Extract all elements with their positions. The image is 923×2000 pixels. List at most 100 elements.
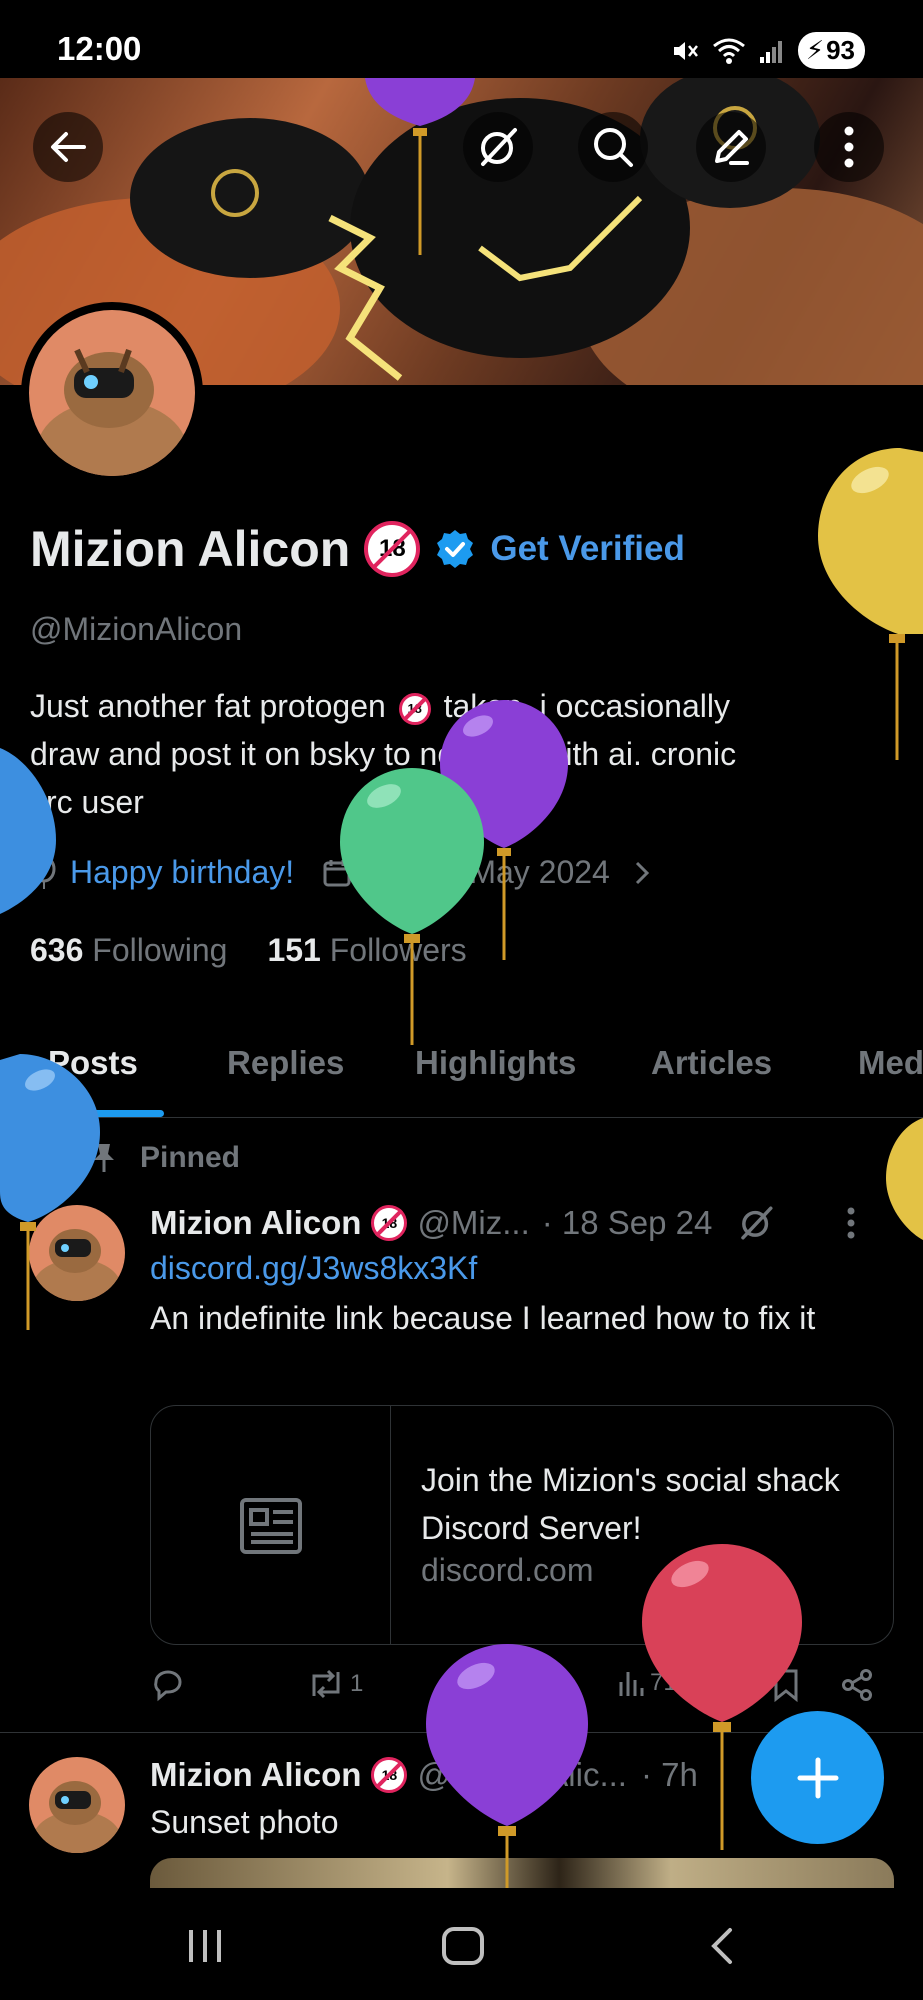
recent-apps-icon	[189, 1930, 221, 1962]
home-button[interactable]	[433, 1924, 493, 1968]
age-restriction-badge: 18	[371, 1757, 408, 1793]
like-button[interactable]: 1	[460, 1668, 511, 1700]
article-icon	[239, 1498, 302, 1554]
back-button[interactable]	[33, 112, 103, 182]
battery-indicator: ⚡ 93	[797, 32, 865, 69]
post-author-handle: @Miz...	[417, 1204, 530, 1241]
wifi-icon	[712, 38, 745, 64]
bookmark-button[interactable]	[772, 1668, 800, 1702]
profile-meta-row[interactable]: Happy birthday! Joined May 2024	[30, 854, 652, 891]
age-restriction-badge: 18	[371, 1205, 408, 1241]
plus-icon	[797, 1757, 838, 1798]
age-badge-text: 18	[378, 535, 406, 562]
recent-apps-button[interactable]	[175, 1924, 235, 1968]
post-author-avatar[interactable]	[29, 1205, 125, 1301]
post-author-name[interactable]: Mizion Alicon	[150, 1756, 361, 1794]
tab-articles[interactable]: Articles	[651, 1044, 772, 1082]
joined-date: Joined May 2024	[366, 854, 610, 890]
following-label: Following	[92, 932, 228, 968]
avatar-image	[29, 310, 195, 476]
home-icon	[442, 1927, 484, 1965]
edit-pencil-icon	[715, 130, 749, 165]
reply-button[interactable]	[150, 1668, 186, 1702]
link-preview-card[interactable]: Join the Mizion's social shack Discord S…	[150, 1405, 894, 1645]
tab-replies[interactable]: Replies	[227, 1044, 344, 1082]
get-verified-link[interactable]: Get Verified	[490, 529, 685, 569]
post-action-bar: 1 1 717	[150, 1668, 890, 1710]
pinned-indicator: Pinned	[90, 1141, 240, 1175]
tab-posts[interactable]: Posts	[48, 1044, 138, 1082]
tab-media[interactable]: Media	[858, 1044, 923, 1082]
system-back-button[interactable]	[692, 1924, 752, 1968]
card-domain: discord.com	[421, 1552, 594, 1588]
signal-icon	[759, 40, 782, 63]
post-text: An indefinite link because I learned how…	[150, 1300, 816, 1336]
post-author-handle: @MizionAlic...	[417, 1756, 627, 1793]
post-author-avatar[interactable]	[29, 1757, 125, 1853]
pinned-label: Pinned	[140, 1141, 241, 1174]
more-options-button[interactable]	[814, 112, 884, 182]
post-image[interactable]	[150, 1858, 894, 1888]
following-stat[interactable]: 636 Following	[30, 932, 227, 969]
views-chart-icon	[619, 1672, 644, 1696]
profile-name-row: Mizion Alicon 18 Get Verified	[30, 520, 685, 578]
edit-button[interactable]	[696, 112, 766, 182]
heart-icon	[461, 1669, 493, 1699]
bio-line-1-end: taken. i occasionally	[443, 688, 730, 724]
post-link[interactable]: discord.gg/J3ws8kx3Kf	[150, 1250, 477, 1287]
back-chevron-icon	[711, 1928, 732, 1964]
age-restriction-emoji: 18	[398, 692, 431, 725]
followers-stat[interactable]: 151 Followers	[267, 932, 466, 969]
back-arrow-icon	[51, 132, 86, 162]
search-button[interactable]	[578, 112, 648, 182]
compose-post-button[interactable]	[751, 1711, 884, 1844]
bio-line-3: vrc user	[30, 784, 144, 820]
followers-count: 151	[267, 932, 321, 968]
grok-icon	[481, 128, 517, 166]
pin-icon	[94, 1144, 114, 1172]
repost-count: 1	[350, 1670, 364, 1697]
post-author-name[interactable]: Mizion Alicon	[150, 1204, 361, 1242]
balloon-icon	[32, 855, 56, 889]
bio-age-emoji-text: 18	[407, 700, 422, 716]
follow-stats: 636 Following 151 Followers	[30, 932, 467, 969]
search-icon	[594, 128, 633, 167]
profile-handle: @MizionAlicon	[30, 611, 243, 647]
post-more-icon[interactable]	[846, 1206, 856, 1240]
repost-button[interactable]: 1	[306, 1668, 363, 1700]
system-navigation-bar	[0, 1888, 923, 2000]
bookmark-icon	[774, 1669, 798, 1702]
following-count: 636	[30, 932, 84, 968]
bio-line-2: draw and post it on bsky to not deal wit…	[30, 736, 737, 772]
more-vertical-icon	[844, 126, 854, 168]
status-bar: 12:00 ⚡ 93	[0, 0, 923, 80]
battery-level: 93	[826, 35, 855, 65]
share-button[interactable]	[840, 1668, 874, 1702]
tab-highlights[interactable]: Highlights	[415, 1044, 576, 1082]
grok-icon[interactable]	[736, 1203, 776, 1243]
status-time: 12:00	[57, 30, 142, 67]
post2-age-badge-text: 18	[381, 1767, 398, 1783]
card-thumbnail	[151, 1406, 391, 1644]
profile-avatar[interactable]	[21, 302, 203, 484]
balloon-yellow-right-small	[886, 1118, 923, 1240]
card-title: Join the Mizion's social shack Discord S…	[421, 1462, 840, 1546]
repost-icon	[312, 1669, 340, 1699]
post-time: · 7h	[640, 1756, 698, 1793]
reply-icon	[154, 1670, 182, 1702]
calendar-icon	[323, 859, 351, 886]
profile-tabs: Posts Replies Highlights Articles Media	[0, 1010, 923, 1118]
post-header: Mizion Alicon 18 @Miz... · 18 Sep 24	[150, 1203, 856, 1243]
views-button[interactable]: 717	[616, 1668, 690, 1698]
profile-display-name: Mizion Alicon	[30, 521, 351, 577]
avatar-image	[29, 1205, 125, 1301]
post-age-badge-text: 18	[381, 1215, 398, 1231]
age-restriction-badge: 18	[364, 521, 421, 577]
profile-bio: Just another fat protogen 18 taken. i oc…	[30, 682, 880, 826]
grok-button[interactable]	[463, 112, 533, 182]
post-date: · 18 Sep 24	[541, 1204, 713, 1241]
avatar-image	[29, 1757, 125, 1853]
views-count: 717	[650, 1669, 691, 1696]
followers-label: Followers	[329, 932, 467, 968]
status-icons: ⚡ 93	[670, 32, 865, 69]
